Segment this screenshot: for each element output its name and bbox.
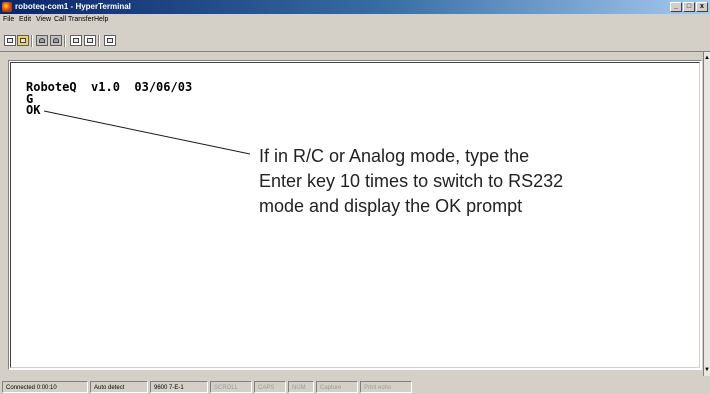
properties-icon[interactable] [104, 35, 116, 46]
status-print-echo: Print echo [360, 381, 412, 393]
terminal-line: RoboteQ v1.0 03/06/03 [26, 80, 193, 94]
hyperterminal-app-icon[interactable] [2, 2, 12, 12]
scroll-up-icon[interactable]: ▲ [704, 54, 710, 62]
terminal-line: OK [26, 103, 41, 117]
status-port-settings: 9600 7-E-1 [150, 381, 208, 393]
annotation-line: Enter key 10 times to switch to RS232 [259, 171, 564, 191]
status-connected: Connected 0:00:10 [2, 381, 88, 393]
title-bar[interactable]: roboteq-com1 - HyperTerminal _ □ x [0, 0, 710, 14]
status-detect: Auto detect [90, 381, 148, 393]
toolbar-separator [98, 35, 100, 47]
open-folder-icon[interactable] [17, 35, 29, 46]
maximize-button[interactable]: □ [683, 2, 695, 12]
status-scroll: SCROLL [210, 381, 252, 393]
annotation-line: mode and display the OK prompt [259, 196, 523, 216]
toolbar-separator [31, 35, 33, 47]
send-file-icon[interactable] [70, 35, 82, 46]
scroll-down-icon[interactable]: ▼ [704, 366, 710, 374]
vertical-scrollbar[interactable]: ▲ ▼ [703, 52, 710, 376]
annotation-line: If in R/C or Analog mode, type the [259, 146, 530, 166]
close-button[interactable]: x [696, 2, 708, 12]
window-title: roboteq-com1 - HyperTerminal [15, 2, 131, 11]
menu-transfer[interactable]: Transfer [68, 14, 94, 26]
status-caps: CAPS [254, 381, 286, 393]
menu-bar: File Edit View Call Transfer Help [0, 14, 710, 26]
window-controls: _ □ x [670, 2, 708, 12]
menu-call[interactable]: Call [54, 14, 66, 26]
status-num: NUM [288, 381, 314, 393]
new-connection-icon[interactable] [4, 35, 16, 46]
toolbar [0, 26, 710, 52]
hyperterminal-window: roboteq-com1 - HyperTerminal _ □ x File … [0, 0, 710, 394]
status-bar: Connected 0:00:10 Auto detect 9600 7-E-1… [0, 380, 710, 394]
receive-file-icon[interactable] [84, 35, 96, 46]
dial-phone-icon[interactable] [36, 35, 48, 46]
menu-view[interactable]: View [36, 14, 51, 26]
disconnect-icon[interactable] [50, 35, 62, 46]
annotation-callout: If in R/C or Analog mode, type the Enter… [259, 144, 679, 219]
toolbar-separator [64, 35, 66, 47]
minimize-button[interactable]: _ [670, 2, 682, 12]
menu-file[interactable]: File [3, 14, 14, 26]
menu-edit[interactable]: Edit [19, 14, 31, 26]
menu-help[interactable]: Help [94, 14, 108, 26]
status-capture: Capture [316, 381, 358, 393]
